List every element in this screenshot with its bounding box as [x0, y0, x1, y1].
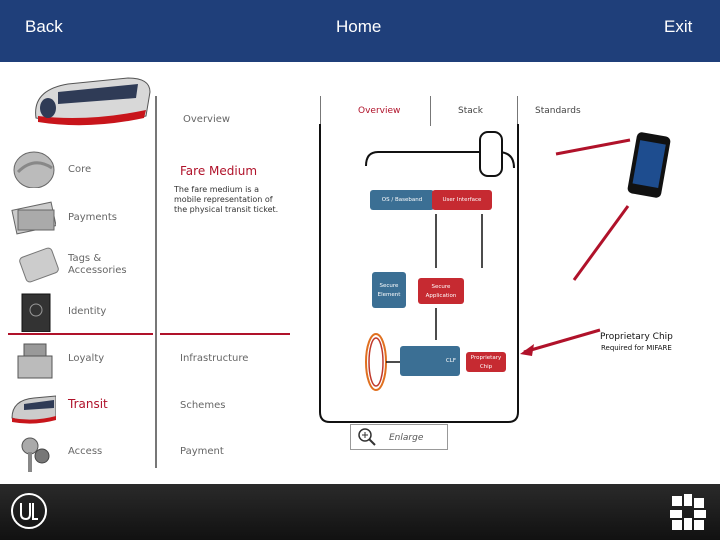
- overview-link[interactable]: Overview: [183, 114, 230, 125]
- enlarge-label: Enlarge: [389, 433, 424, 443]
- back-button[interactable]: Back: [25, 17, 63, 37]
- train-hero-icon: [35, 77, 151, 126]
- secure-application-block: Secure Application: [418, 278, 464, 304]
- bottom-bar: [0, 484, 720, 540]
- sidebar-separator: [8, 333, 153, 335]
- tab-overview[interactable]: Overview: [358, 106, 400, 116]
- subnav-item-schemes[interactable]: Schemes: [180, 400, 225, 411]
- helmet-icon: [13, 151, 55, 189]
- sidebar-item-label[interactable]: Loyalty: [68, 353, 104, 364]
- sidebar-item-label[interactable]: Tags & Accessories: [68, 253, 148, 277]
- brand-pinwheel-icon: [670, 494, 706, 530]
- sidebar-item-payments[interactable]: [8, 196, 57, 240]
- train-icon: [11, 395, 57, 424]
- card-tag-icon: [19, 247, 59, 283]
- cash-icon: [11, 201, 57, 235]
- ul-logo: [11, 493, 47, 529]
- subnav-item-infrastructure[interactable]: Infrastructure: [180, 353, 248, 364]
- sidebar-item-label[interactable]: Payments: [68, 212, 117, 223]
- sidebar-divider: [155, 96, 157, 468]
- sidebar-item-identity[interactable]: [8, 292, 56, 336]
- callout-title: Proprietary Chip: [600, 332, 673, 342]
- passport-icon: [21, 293, 51, 333]
- sidebar-item-label[interactable]: Transit: [68, 397, 108, 411]
- section-description: The fare medium is a mobile representati…: [174, 185, 279, 214]
- cash-register-icon: [17, 343, 53, 379]
- enlarge-button[interactable]: Enlarge: [350, 424, 448, 450]
- secure-element-block: Secure Element: [372, 272, 406, 308]
- callout-subtitle: Required for MIFARE: [601, 344, 672, 352]
- sidebar-item-access[interactable]: [8, 434, 56, 478]
- exit-button[interactable]: Exit: [664, 17, 692, 37]
- sidebar-item-label[interactable]: Identity: [68, 306, 106, 317]
- tab-standards[interactable]: Standards: [535, 106, 581, 116]
- home-button[interactable]: Home: [336, 17, 381, 37]
- sidebar-item-core[interactable]: [8, 148, 56, 192]
- sidebar-item-transit[interactable]: [8, 388, 57, 432]
- subnav-separator: [160, 333, 290, 335]
- zoom-in-icon: [358, 428, 376, 446]
- sidebar-item-tags[interactable]: [14, 246, 62, 290]
- tab-stack[interactable]: Stack: [458, 106, 483, 116]
- sidebar-item-label[interactable]: Core: [68, 164, 91, 175]
- sidebar-item-loyalty[interactable]: [8, 340, 56, 384]
- subnav-item-payment[interactable]: Payment: [180, 446, 224, 457]
- keys-icon: [21, 437, 50, 472]
- user-interface-block: User Interface: [432, 190, 492, 210]
- clf-block: CLF: [400, 346, 460, 376]
- sidebar-item-label[interactable]: Access: [68, 446, 102, 457]
- smartphone-icon: [627, 132, 671, 198]
- os-baseband-block: OS / Baseband: [370, 190, 434, 210]
- section-title: Fare Medium: [180, 164, 258, 178]
